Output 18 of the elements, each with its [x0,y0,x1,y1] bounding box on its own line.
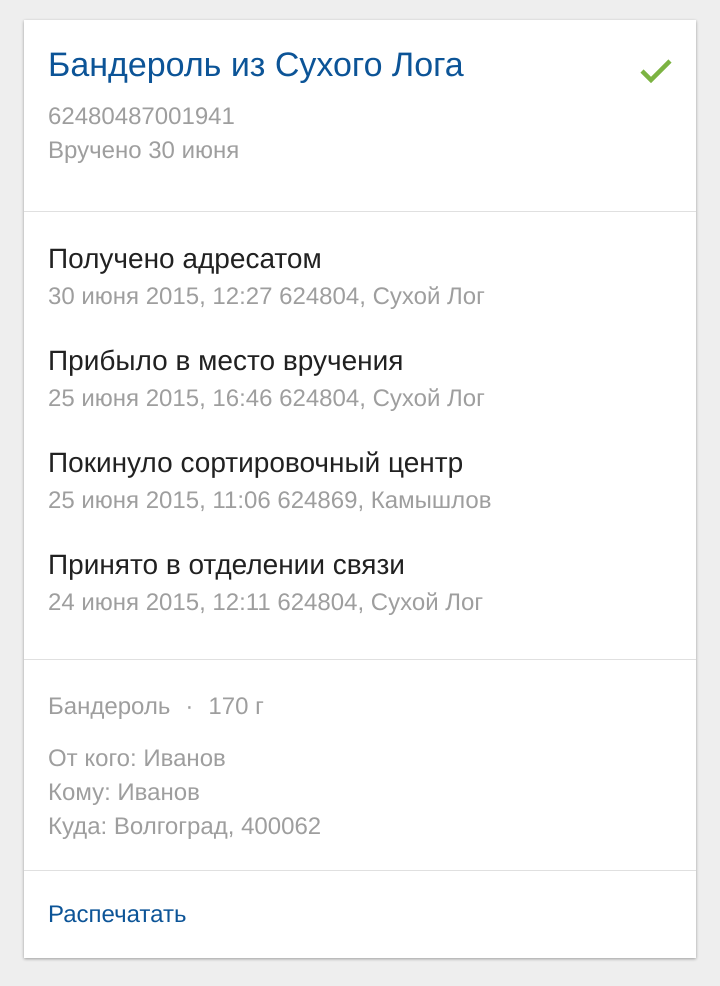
parcel-type: Бандероль [48,692,170,722]
event-details: 25 июня 2015, 11:06 624869, Камышлов [48,486,492,516]
address-line: Кому: Иванов [48,778,201,808]
tracking-number: 62480487001941 [48,102,236,132]
event-details: 24 июня 2015, 12:11 624804, Сухой Лог [48,588,484,618]
event-title: Получено адресатом [48,242,323,276]
event-title: Покинуло сортировочный центр [48,446,464,480]
event-details: 25 июня 2015, 16:46 624804, Сухой Лог [48,384,486,414]
address-line: От кого: Иванов [48,744,227,774]
event-details: 30 июня 2015, 12:27 624804, Сухой Лог [48,282,486,312]
parcel-weight: 170 г [208,692,264,722]
delivery-status: Вручено 30 июня [48,136,240,166]
address-line: Куда: Волгоград, 400062 [48,812,322,842]
separator: · [185,692,194,722]
parcel-title: Бандероль из Сухого Лога [48,45,464,85]
event-title: Принято в отделении связи [48,548,406,582]
event-title: Прибыло в место вручения [48,344,404,378]
print-link[interactable]: Распечатать [48,898,186,932]
